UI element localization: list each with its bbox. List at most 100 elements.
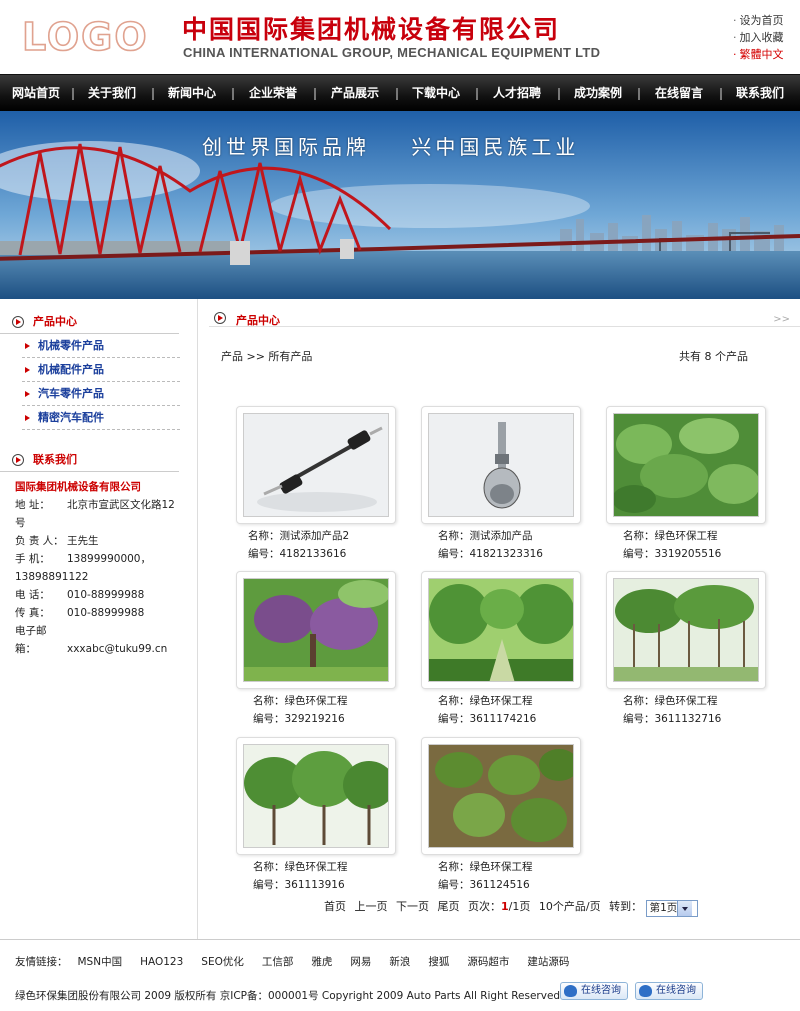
more-link[interactable]: >> bbox=[773, 314, 790, 325]
product-card[interactable] bbox=[421, 737, 581, 855]
product-card[interactable] bbox=[606, 571, 766, 689]
product-name[interactable]: 名称：绿色环保工程 bbox=[438, 692, 608, 710]
sidebar: 产品中心 机械零件产品 机械配件产品 汽车零件产品 精密汽车配件 联系我们 国际… bbox=[0, 299, 198, 939]
nav-home[interactable]: 网站首页 bbox=[0, 75, 72, 112]
online-chat-button[interactable]: 在线咨询 bbox=[635, 982, 703, 1000]
category-machine-parts[interactable]: 机械零件产品 bbox=[22, 334, 180, 358]
page-total: /1页 bbox=[508, 900, 531, 913]
breadcrumb: 产品 >> 所有产品 bbox=[221, 350, 313, 363]
contact-phone: 电 话： 010-88999988 bbox=[15, 589, 145, 601]
product-name[interactable]: 名称：绿色环保工程 bbox=[623, 527, 793, 545]
add-favorite-link[interactable]: · 加入收藏 bbox=[733, 29, 784, 46]
arrow-circle-icon bbox=[12, 454, 24, 466]
top-links: · 设为首页 · 加入收藏 · 繁體中文 bbox=[733, 12, 784, 63]
nav-news[interactable]: 新闻中心 bbox=[152, 75, 232, 112]
friend-links-label: 友情链接： bbox=[15, 956, 68, 968]
page-select[interactable]: 第1页 bbox=[645, 899, 698, 917]
product-code: 编号：3611174216 bbox=[438, 713, 537, 725]
site-header: LOGO 中国国际集团机械设备有限公司 CHINA INTERNATIONAL … bbox=[0, 0, 800, 74]
friend-link[interactable]: 雅虎 bbox=[311, 956, 332, 968]
product-code: 编号：329219216 bbox=[253, 713, 345, 725]
logo: LOGO bbox=[21, 16, 147, 56]
chevron-down-icon[interactable] bbox=[676, 900, 692, 916]
product-name[interactable]: 名称：绿色环保工程 bbox=[623, 692, 793, 710]
contact-info: 国际集团机械设备有限公司 地 址： 北京市宣武区文化路12号 负 责 人： 王先生 … bbox=[0, 472, 184, 658]
product-name[interactable]: 名称：绿色环保工程 bbox=[438, 858, 608, 876]
product-code: 编号：3319205516 bbox=[623, 548, 722, 560]
tree-lined-road-photo bbox=[428, 578, 574, 682]
chat-icon bbox=[639, 985, 652, 997]
friend-link[interactable]: 建站源码 bbox=[527, 956, 569, 968]
product-card[interactable] bbox=[236, 737, 396, 855]
product-card[interactable] bbox=[236, 571, 396, 689]
product-code: 编号：4182133616 bbox=[248, 548, 347, 560]
nav-contact[interactable]: 联系我们 bbox=[720, 75, 800, 112]
product-count: 共有 8 个产品 bbox=[679, 350, 748, 363]
category-list: 机械零件产品 机械配件产品 汽车零件产品 精密汽车配件 bbox=[22, 334, 180, 430]
friend-link[interactable]: 网易 bbox=[350, 956, 371, 968]
nav-cases[interactable]: 成功案例 bbox=[558, 75, 638, 112]
sidebar-products-title: 产品中心 bbox=[33, 315, 77, 328]
tree-nursery-photo bbox=[613, 578, 759, 682]
banner-slogan: 创世界国际品牌 兴中国民族工业 bbox=[202, 135, 580, 159]
friend-link[interactable]: SEO优化 bbox=[201, 956, 244, 968]
nav-about[interactable]: 关于我们 bbox=[72, 75, 152, 112]
goto-label: 转到： bbox=[609, 900, 643, 913]
product-name[interactable]: 名称：绿色环保工程 bbox=[253, 858, 423, 876]
product-info: 名称：测试添加产品2 编号：4182133616 bbox=[248, 527, 418, 563]
product-name[interactable]: 名称：测试添加产品 bbox=[438, 527, 608, 545]
nav-message[interactable]: 在线留言 bbox=[638, 75, 720, 112]
page-select-value: 第1页 bbox=[649, 901, 678, 914]
friend-link[interactable]: 工信部 bbox=[262, 956, 294, 968]
friend-link[interactable]: MSN中国 bbox=[78, 956, 123, 968]
contact-mobile: 手 机： 13899990000，13898891122 bbox=[15, 553, 151, 583]
nav-careers[interactable]: 人才招聘 bbox=[476, 75, 558, 112]
copyright: 绿色环保集团股份有限公司 2009 版权所有 京ICP备：000001号 Cop… bbox=[15, 990, 561, 1002]
product-card[interactable] bbox=[421, 406, 581, 524]
contact-email: 电子邮箱： xxxabc@tuku99.cn bbox=[15, 625, 168, 655]
product-info: 名称：绿色环保工程 编号：361124516 bbox=[438, 858, 608, 894]
cv-joint-photo bbox=[428, 413, 574, 517]
contact-address: 地 址： 北京市宣武区文化路12号 bbox=[15, 499, 175, 529]
product-name[interactable]: 名称：绿色环保工程 bbox=[253, 692, 423, 710]
set-homepage-link[interactable]: · 设为首页 bbox=[733, 12, 784, 29]
arrow-circle-icon bbox=[214, 312, 226, 324]
category-precision-auto-parts[interactable]: 精密汽车配件 bbox=[22, 406, 180, 430]
tree-row-photo bbox=[243, 744, 389, 848]
category-machine-accessories[interactable]: 机械配件产品 bbox=[22, 358, 180, 382]
category-auto-parts[interactable]: 汽车零件产品 bbox=[22, 382, 180, 406]
main-content: 产品中心 >> 产品 >> 所有产品 共有 8 个产品 名称：测试添加产品2 编… bbox=[199, 299, 800, 939]
nav-honors[interactable]: 企业荣誉 bbox=[232, 75, 314, 112]
product-card[interactable] bbox=[236, 406, 396, 524]
product-info: 名称：绿色环保工程 编号：3611132716 bbox=[623, 692, 793, 728]
friend-link[interactable]: HAO123 bbox=[140, 956, 183, 968]
contact-fax: 传 真： 010-88999988 bbox=[15, 607, 145, 619]
catalpa-leaves-photo bbox=[428, 744, 574, 848]
axle-shaft-photo bbox=[243, 413, 389, 517]
nav-downloads[interactable]: 下载中心 bbox=[396, 75, 476, 112]
leaves-photo bbox=[613, 413, 759, 517]
last-page-link[interactable]: 尾页 bbox=[438, 900, 460, 913]
product-card[interactable] bbox=[421, 571, 581, 689]
traditional-chinese-link[interactable]: · 繁體中文 bbox=[733, 46, 784, 63]
first-page-link[interactable]: 首页 bbox=[324, 900, 346, 913]
sidebar-products-header: 产品中心 bbox=[0, 310, 197, 334]
friend-links: 友情链接： MSN中国 HAO123 SEO优化 工信部 雅虎 网易 新浪 搜狐 源码超市 建站源码 bbox=[15, 955, 585, 970]
company-name-en: CHINA INTERNATIONAL GROUP, MECHANICAL EQ… bbox=[183, 45, 601, 60]
product-code: 编号：361124516 bbox=[438, 879, 530, 891]
sidebar-contact-title: 联系我们 bbox=[33, 453, 77, 466]
footer: 友情链接： MSN中国 HAO123 SEO优化 工信部 雅虎 网易 新浪 搜狐 源码超市 建站源码… bbox=[0, 939, 800, 1011]
friend-link[interactable]: 源码超市 bbox=[467, 956, 509, 968]
product-name[interactable]: 名称：测试添加产品2 bbox=[248, 527, 418, 545]
next-page-link[interactable]: 下一页 bbox=[396, 900, 429, 913]
product-info: 名称：绿色环保工程 编号：329219216 bbox=[253, 692, 423, 728]
current-page: 1 bbox=[501, 900, 509, 913]
online-chat-button[interactable]: 在线咨询 bbox=[560, 982, 628, 1000]
company-name-cn: 中国国际集团机械设备有限公司 bbox=[182, 15, 561, 44]
nav-products[interactable]: 产品展示 bbox=[314, 75, 396, 112]
friend-link[interactable]: 新浪 bbox=[389, 956, 410, 968]
prev-page-link[interactable]: 上一页 bbox=[355, 900, 388, 913]
product-info: 名称：绿色环保工程 编号：3319205516 bbox=[623, 527, 793, 563]
friend-link[interactable]: 搜狐 bbox=[428, 956, 449, 968]
product-card[interactable] bbox=[606, 406, 766, 524]
